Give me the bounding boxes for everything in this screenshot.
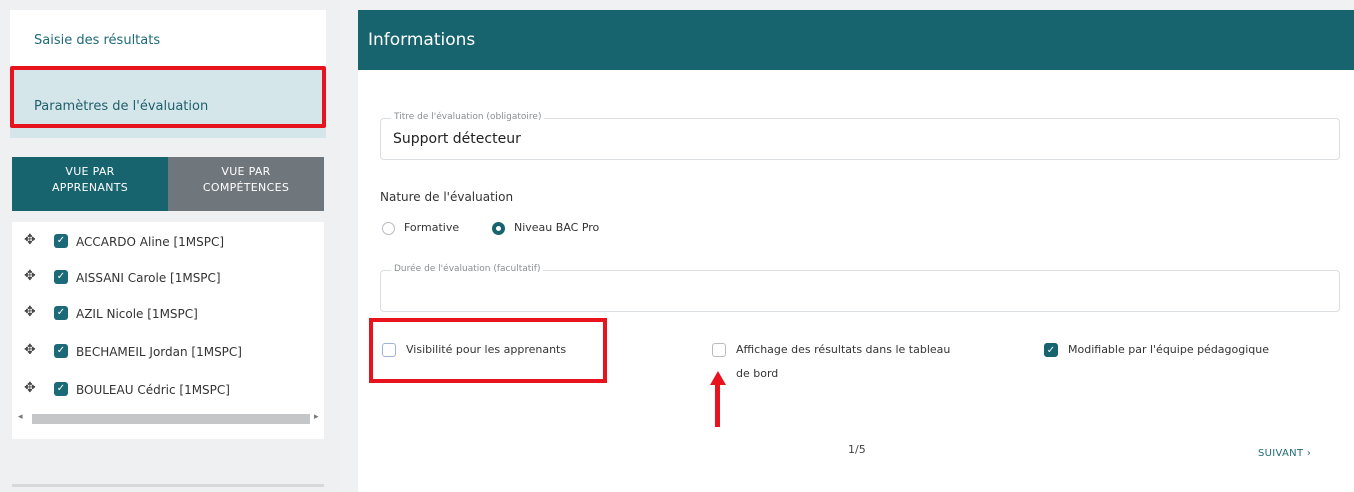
page-title: Informations: [368, 30, 476, 50]
checkbox-checked-icon[interactable]: ✓: [54, 306, 68, 320]
checkbox-affichage-resultats[interactable]: [712, 343, 726, 357]
move-icon[interactable]: ✥: [24, 381, 38, 395]
move-icon[interactable]: ✥: [24, 305, 38, 319]
list-item: ✥ ✓ BECHAMEIL Jordan [1MSPC]: [12, 334, 324, 370]
radio-formative-label: Formative: [404, 221, 460, 234]
menu-item-saisie-resultats[interactable]: Saisie des résultats: [10, 10, 326, 68]
student-name: AZIL Nicole [1MSPC]: [76, 307, 198, 321]
arrow-left-icon[interactable]: ◂: [18, 412, 23, 422]
checkbox-affichage-label-line2: de bord: [736, 367, 779, 380]
view-tabs: VUE PAR APPRENANTS VUE PAR COMPÉTENCES: [12, 157, 324, 211]
tab-label-line2: COMPÉTENCES: [202, 181, 290, 194]
nature-label: Nature de l'évaluation: [380, 190, 514, 204]
radio-niveau-bac-pro[interactable]: [492, 222, 505, 235]
move-icon[interactable]: ✥: [24, 269, 38, 283]
arrow-right-icon[interactable]: ▸: [314, 412, 319, 422]
tab-vue-apprenants[interactable]: VUE PAR APPRENANTS: [12, 157, 168, 211]
field-legend: Titre de l'évaluation (obligatoire): [391, 112, 545, 122]
checkbox-checked-icon[interactable]: ✓: [54, 382, 68, 396]
list-item: ✥ ✓ ACCARDO Aline [1MSPC]: [12, 224, 324, 260]
duree-evaluation-field[interactable]: Durée de l'évaluation (facultatif): [380, 264, 1340, 312]
move-icon[interactable]: ✥: [24, 233, 38, 247]
student-name: ACCARDO Aline [1MSPC]: [76, 235, 225, 249]
scrollbar-thumb[interactable]: [32, 414, 310, 424]
highlight-box-visibilite: [369, 318, 607, 383]
highlight-box-parametres: [10, 66, 326, 128]
tab-vue-competences[interactable]: VUE PAR COMPÉTENCES: [168, 157, 324, 211]
titre-evaluation-field[interactable]: Titre de l'évaluation (obligatoire) Supp…: [380, 112, 1340, 160]
red-arrow-shaft: [715, 385, 720, 427]
student-list: ✥ ✓ ACCARDO Aline [1MSPC] ✥ ✓ AISSANI Ca…: [12, 222, 324, 439]
tab-label-line1: VUE PAR: [65, 165, 115, 178]
divider: [12, 484, 324, 487]
list-item: ✥ ✓ AZIL Nicole [1MSPC]: [12, 296, 324, 332]
field-value: Support détecteur: [393, 131, 521, 147]
next-button[interactable]: SUIVANT ›: [1258, 448, 1311, 459]
student-name: AISSANI Carole [1MSPC]: [76, 271, 221, 285]
checkbox-modifiable-label: Modifiable par l'équipe pédagogique: [1068, 343, 1270, 356]
sidebar: Saisie des résultats Paramètres de l'éva…: [0, 0, 340, 492]
panel-header: Informations: [358, 10, 1354, 70]
main-panel: Informations Titre de l'évaluation (obli…: [358, 10, 1354, 492]
horizontal-scrollbar[interactable]: ◂ ▸: [12, 410, 324, 428]
checkbox-modifiable[interactable]: ✓: [1044, 343, 1058, 357]
menu-item-label: Saisie des résultats: [34, 33, 161, 48]
list-item: ✥ ✓ AISSANI Carole [1MSPC]: [12, 260, 324, 296]
move-icon[interactable]: ✥: [24, 343, 38, 357]
checkbox-checked-icon[interactable]: ✓: [54, 270, 68, 284]
checkbox-checked-icon[interactable]: ✓: [54, 234, 68, 248]
tab-label-line2: APPRENANTS: [51, 181, 129, 194]
checkbox-affichage-label-line1: Affichage des résultats dans le tableau: [736, 343, 951, 356]
list-item: ✥ ✓ BOULEAU Cédric [1MSPC]: [12, 372, 324, 408]
radio-niveau-label: Niveau BAC Pro: [514, 221, 600, 234]
radio-formative[interactable]: [382, 222, 395, 235]
student-name: BOULEAU Cédric [1MSPC]: [76, 383, 230, 397]
checkbox-checked-icon[interactable]: ✓: [54, 344, 68, 358]
field-legend: Durée de l'évaluation (facultatif): [391, 264, 544, 274]
tab-label-line1: VUE PAR: [221, 165, 271, 178]
red-arrow-head: [710, 371, 726, 385]
student-name: BECHAMEIL Jordan [1MSPC]: [76, 345, 242, 359]
page-indicator: 1/5: [848, 443, 866, 456]
